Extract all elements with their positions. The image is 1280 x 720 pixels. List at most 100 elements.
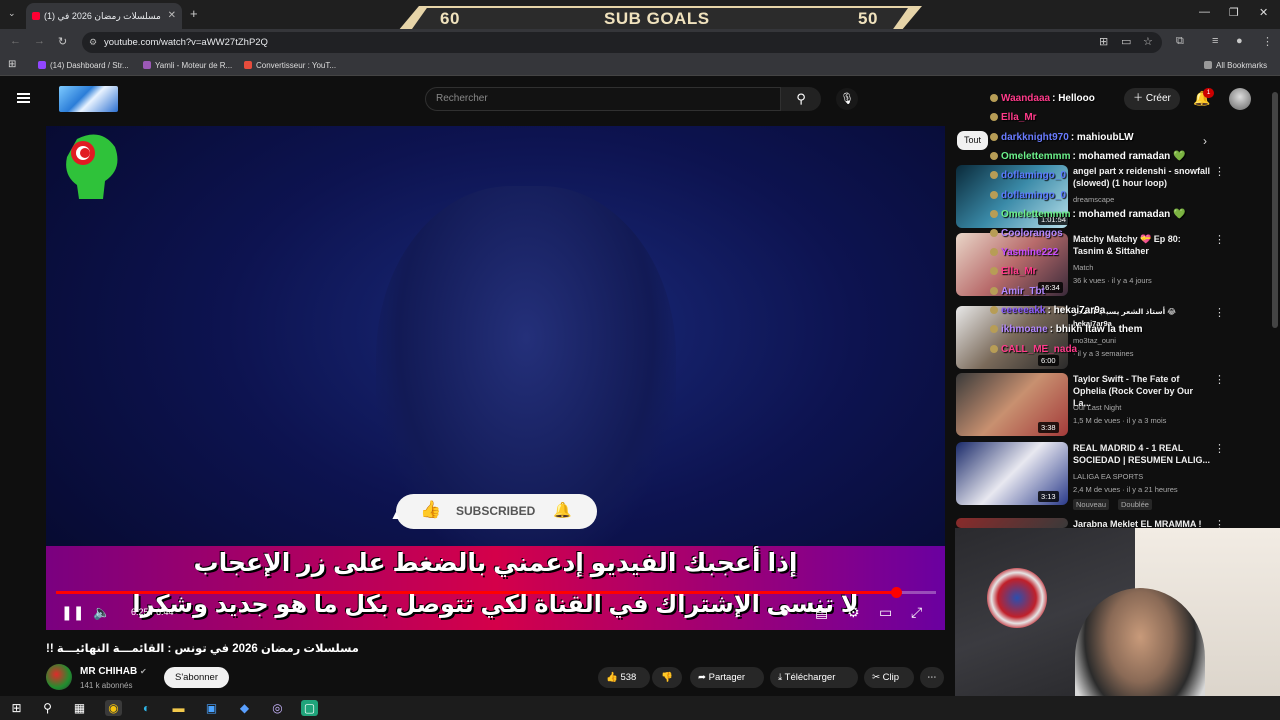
restore-icon[interactable]: ❐ bbox=[1229, 6, 1239, 19]
more-options-icon[interactable]: ⋮ bbox=[1214, 373, 1225, 386]
microphone-icon[interactable]: 🎙 bbox=[836, 88, 858, 110]
channel-name[interactable]: MR CHIHAB ✔ bbox=[80, 666, 147, 677]
avatar[interactable] bbox=[1229, 88, 1251, 110]
chat-badge-icon bbox=[990, 94, 998, 102]
extensions-icon[interactable]: ⧉ bbox=[1176, 35, 1184, 48]
subtitles-icon[interactable]: ▤ bbox=[815, 604, 828, 621]
channel-name[interactable]: Our Last Night bbox=[1073, 403, 1121, 412]
search-icon[interactable]: ⚲ bbox=[781, 87, 821, 111]
chat-username: Waandaaa bbox=[1001, 93, 1051, 104]
video-title[interactable]: angel part x reidenshi - snowfall (slowe… bbox=[1073, 165, 1213, 189]
channel-avatar[interactable] bbox=[46, 664, 72, 690]
page-scrollbar[interactable] bbox=[1272, 92, 1278, 328]
video-title[interactable]: Matchy Matchy 💝 Ep 80: Tasnim & Sittaher bbox=[1073, 233, 1213, 257]
app-icon[interactable]: ◆ bbox=[236, 700, 253, 716]
browser-toolbar: ← → ↻ ⚙ youtube.com/watch?v=aWW27tZhP2Q … bbox=[0, 29, 1280, 56]
duration-badge: 3:38 bbox=[1038, 422, 1059, 433]
site-info-icon[interactable]: ⚙ bbox=[89, 32, 97, 53]
new-tab-button[interactable]: + bbox=[190, 6, 198, 21]
clip-button[interactable]: ✂ Clip bbox=[864, 667, 914, 688]
obs-icon[interactable]: ◎ bbox=[269, 700, 286, 716]
reload-icon[interactable]: ↻ bbox=[58, 35, 67, 48]
more-actions-button[interactable]: ⋯ bbox=[920, 667, 944, 688]
video-title[interactable]: REAL MADRID 4 - 1 REAL SOCIEDAD | RESUME… bbox=[1073, 442, 1213, 466]
goals-right-value: 50 bbox=[858, 9, 878, 28]
more-options-icon[interactable]: ⋮ bbox=[1214, 233, 1225, 246]
more-options-icon[interactable]: ⋮ bbox=[1214, 442, 1225, 455]
chat-badge-icon bbox=[990, 171, 998, 179]
dislike-button[interactable]: 👎 bbox=[652, 667, 682, 688]
more-options-icon[interactable]: ⋮ bbox=[1214, 165, 1225, 178]
chat-badge-icon bbox=[990, 287, 998, 295]
file-explorer-icon[interactable]: ▬ bbox=[170, 700, 187, 716]
new-badge: Nouveau bbox=[1073, 499, 1110, 510]
recommendation-item[interactable]: 3:13 REAL MADRID 4 - 1 REAL SOCIEDAD | R… bbox=[956, 442, 1276, 510]
bookmark-dashboard[interactable]: (14) Dashboard / Str... bbox=[38, 61, 129, 70]
close-window-icon[interactable]: ✕ bbox=[1259, 6, 1268, 19]
chat-badge-icon bbox=[990, 306, 998, 314]
profile-icon[interactable]: ● bbox=[1236, 35, 1243, 47]
cast-icon[interactable]: ▭ bbox=[1121, 35, 1131, 48]
tab-search-icon[interactable]: ⌄ bbox=[8, 8, 16, 19]
more-options-icon[interactable]: ⋮ bbox=[1214, 306, 1225, 319]
channel-name[interactable]: LALIGA EA SPORTS bbox=[1073, 472, 1143, 481]
create-button[interactable]: ＋ Créer bbox=[1124, 88, 1180, 110]
chrome-icon[interactable]: ◉ bbox=[105, 700, 122, 716]
filter-next-icon[interactable]: › bbox=[1203, 134, 1207, 148]
settings-icon[interactable]: ⚙ bbox=[847, 604, 860, 621]
recommendation-item[interactable]: Jarabna Meklet EL MRAMMA ! ⋮ bbox=[956, 518, 1276, 531]
pause-icon[interactable]: ❚❚ bbox=[61, 604, 84, 621]
video-meta: 36 k vues · il y a 4 jours bbox=[1073, 276, 1152, 285]
chat-message: Ella_Mr bbox=[990, 266, 1039, 277]
task-view-icon[interactable]: ▦ bbox=[71, 700, 88, 716]
store-icon[interactable]: ▣ bbox=[203, 700, 220, 716]
captain-shield-decor bbox=[987, 568, 1047, 628]
dislike-icon: 👎 bbox=[661, 672, 673, 683]
volume-icon[interactable]: 🔈 bbox=[93, 604, 110, 621]
recommendation-item[interactable]: 3:38 Taylor Swift - The Fate of Ophelia … bbox=[956, 373, 1276, 437]
search-icon[interactable]: ⚲ bbox=[39, 700, 56, 716]
subscribe-button[interactable]: S'abonner bbox=[164, 667, 229, 688]
bookmark-yamli[interactable]: Yamli - Moteur de R... bbox=[143, 61, 232, 70]
chat-message: Coolorangos bbox=[990, 228, 1065, 239]
windows-start-icon[interactable]: ⊞ bbox=[8, 700, 25, 716]
duration-badge: 6:00 bbox=[1038, 355, 1059, 366]
download-button[interactable]: ⤓ Télécharger bbox=[770, 667, 858, 688]
bookmark-convertisseur[interactable]: Convertisseur : YouT... bbox=[244, 61, 336, 70]
address-bar[interactable]: ⚙ youtube.com/watch?v=aWW27tZhP2Q bbox=[82, 32, 1162, 53]
browser-tab[interactable]: (1) مسلسلات رمضان 2026 في ✕ bbox=[26, 3, 182, 29]
forward-icon[interactable]: → bbox=[34, 35, 45, 47]
video-thumbnail[interactable] bbox=[956, 518, 1068, 528]
bookmark-star-icon[interactable]: ☆ bbox=[1143, 35, 1153, 48]
menu-icon[interactable]: ⋮ bbox=[1262, 35, 1273, 48]
like-button[interactable]: 👍 538 bbox=[598, 667, 650, 688]
apps-grid-icon[interactable]: ⊞ bbox=[8, 59, 16, 70]
search-input[interactable]: Rechercher bbox=[425, 87, 781, 111]
minimize-icon[interactable]: — bbox=[1199, 6, 1210, 18]
edge-icon[interactable]: ◐ bbox=[138, 700, 155, 716]
channel-name[interactable]: Match bbox=[1073, 263, 1093, 272]
share-icon: ➦ bbox=[698, 672, 706, 683]
share-button[interactable]: ➦ Partager bbox=[690, 667, 764, 688]
back-icon[interactable]: ← bbox=[10, 35, 21, 47]
subscribe-animation-pill: 👍 SUBSCRIBED 🔔 bbox=[396, 494, 597, 529]
guide-menu-icon[interactable] bbox=[17, 93, 30, 103]
chat-badge-icon bbox=[990, 325, 998, 333]
channel-logo[interactable] bbox=[59, 86, 118, 112]
all-bookmarks[interactable]: All Bookmarks bbox=[1204, 61, 1267, 70]
caption-line-2: لا تنسى الإشتراك في القناة لكي تتوصل بكل… bbox=[132, 591, 859, 618]
chat-username: doflamingo_0 bbox=[1001, 170, 1067, 181]
channel-name[interactable]: dreamscape bbox=[1073, 195, 1114, 204]
caption-line-1: إذا أعجبك الفيديو إدعمني بالضغط على زر ا… bbox=[193, 549, 798, 577]
fullscreen-icon[interactable]: ⤢ bbox=[911, 604, 922, 621]
translate-icon[interactable]: ⊞ bbox=[1099, 35, 1108, 48]
theater-mode-icon[interactable]: ▭ bbox=[879, 604, 892, 621]
download-icon: ⤓ bbox=[778, 672, 783, 683]
progress-bar[interactable] bbox=[56, 587, 936, 598]
filter-chip-all[interactable]: Tout bbox=[957, 131, 988, 150]
autoplay-toggle-icon[interactable]: ⏺ bbox=[781, 604, 788, 621]
channel-name[interactable]: mo3taz_ouni bbox=[1073, 336, 1116, 345]
tab-close-icon[interactable]: ✕ bbox=[168, 3, 176, 29]
reading-list-icon[interactable]: ≡ bbox=[1212, 35, 1218, 47]
green-app-icon[interactable]: ▢ bbox=[301, 700, 318, 716]
